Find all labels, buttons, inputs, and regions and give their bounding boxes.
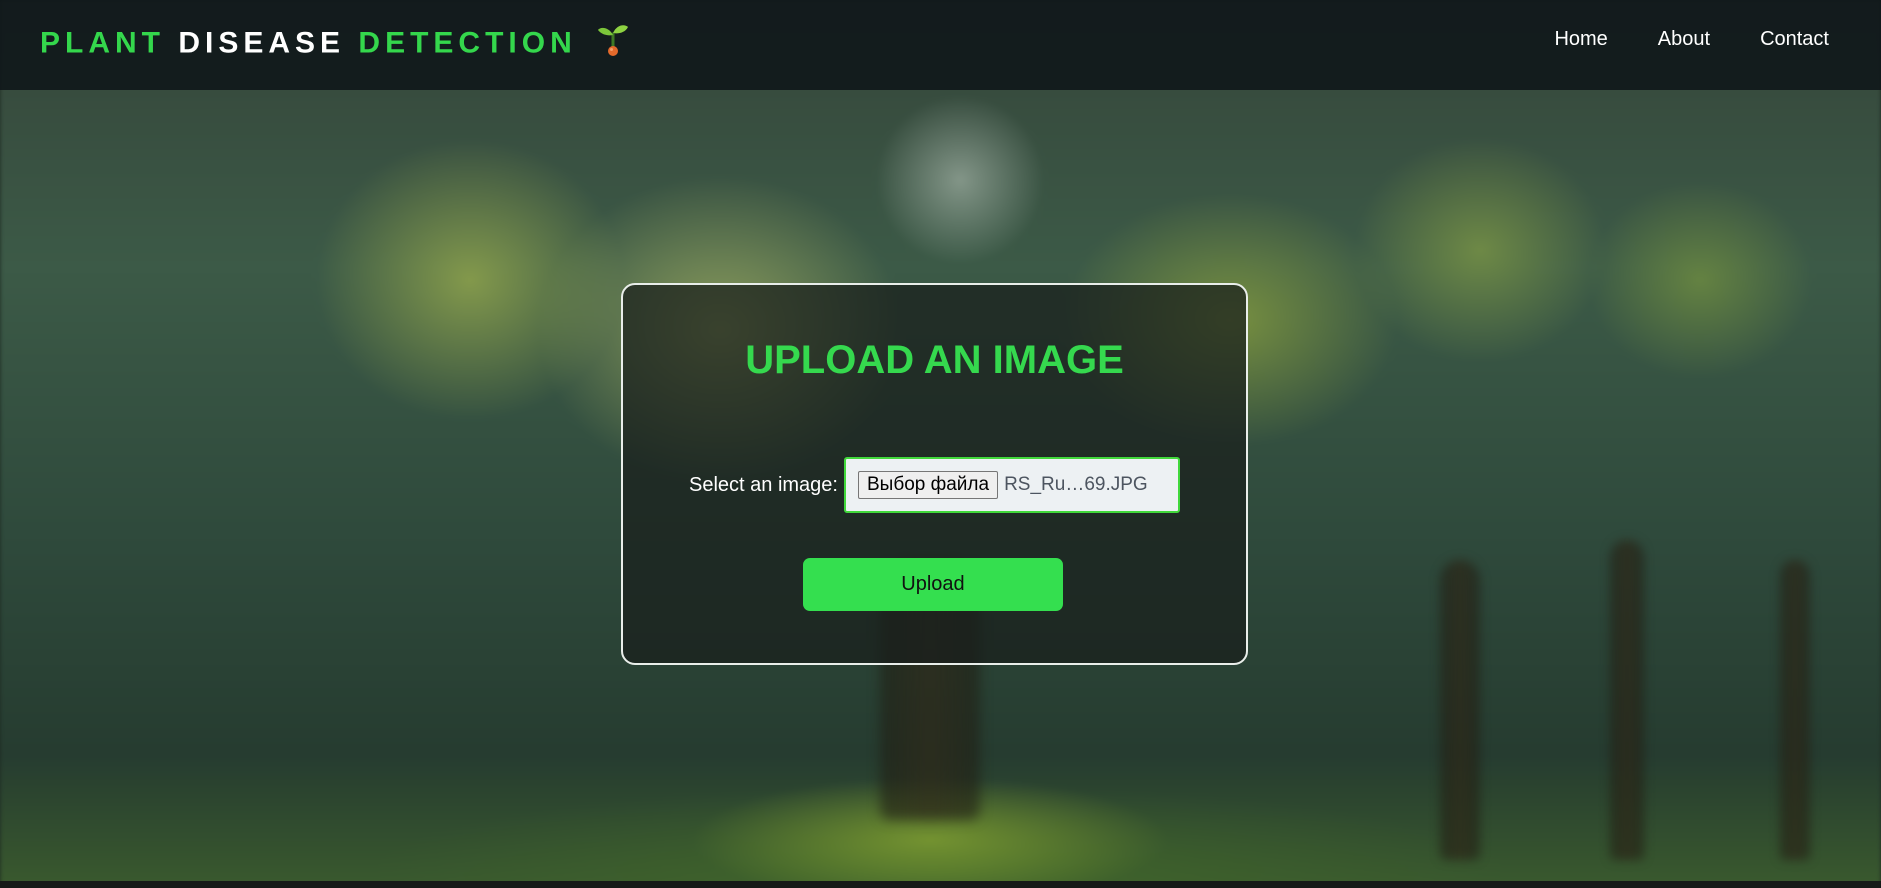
upload-title: UPLOAD AN IMAGE xyxy=(745,338,1124,382)
file-field-label: Select an image: xyxy=(689,474,838,496)
sprout-icon xyxy=(596,22,630,67)
selected-file-name: RS_Ru…69.JPG xyxy=(1004,474,1148,495)
nav-menu: Home About Contact xyxy=(1554,26,1829,52)
brand-logo[interactable]: PLANT DISEASE DETECTION xyxy=(40,22,630,67)
choose-file-button[interactable]: Выбор файла xyxy=(857,471,999,499)
tree-trunk xyxy=(1780,560,1810,860)
tree-trunk xyxy=(1610,540,1644,860)
upload-card: UPLOAD AN IMAGE Select an image: Выбор ф… xyxy=(621,283,1248,665)
page: PLANT DISEASE DETECTION Home About Conta… xyxy=(0,0,1881,888)
tree-trunk xyxy=(1440,560,1480,860)
brand-word-detection: DETECTION xyxy=(358,26,577,60)
bottom-edge xyxy=(0,881,1881,888)
nav-link-home[interactable]: Home xyxy=(1554,26,1607,52)
nav-link-contact[interactable]: Contact xyxy=(1760,26,1829,52)
file-input[interactable]: Выбор файла RS_Ru…69.JPG xyxy=(843,457,1180,513)
brand-word-disease: DISEASE xyxy=(178,26,346,60)
file-field-row: Select an image: Выбор файла RS_Ru…69.JP… xyxy=(689,457,1180,513)
navbar: PLANT DISEASE DETECTION Home About Conta… xyxy=(0,0,1881,90)
upload-button[interactable]: Upload xyxy=(803,558,1063,611)
nav-link-about[interactable]: About xyxy=(1658,26,1710,52)
brand-word-plant: PLANT xyxy=(40,26,165,60)
